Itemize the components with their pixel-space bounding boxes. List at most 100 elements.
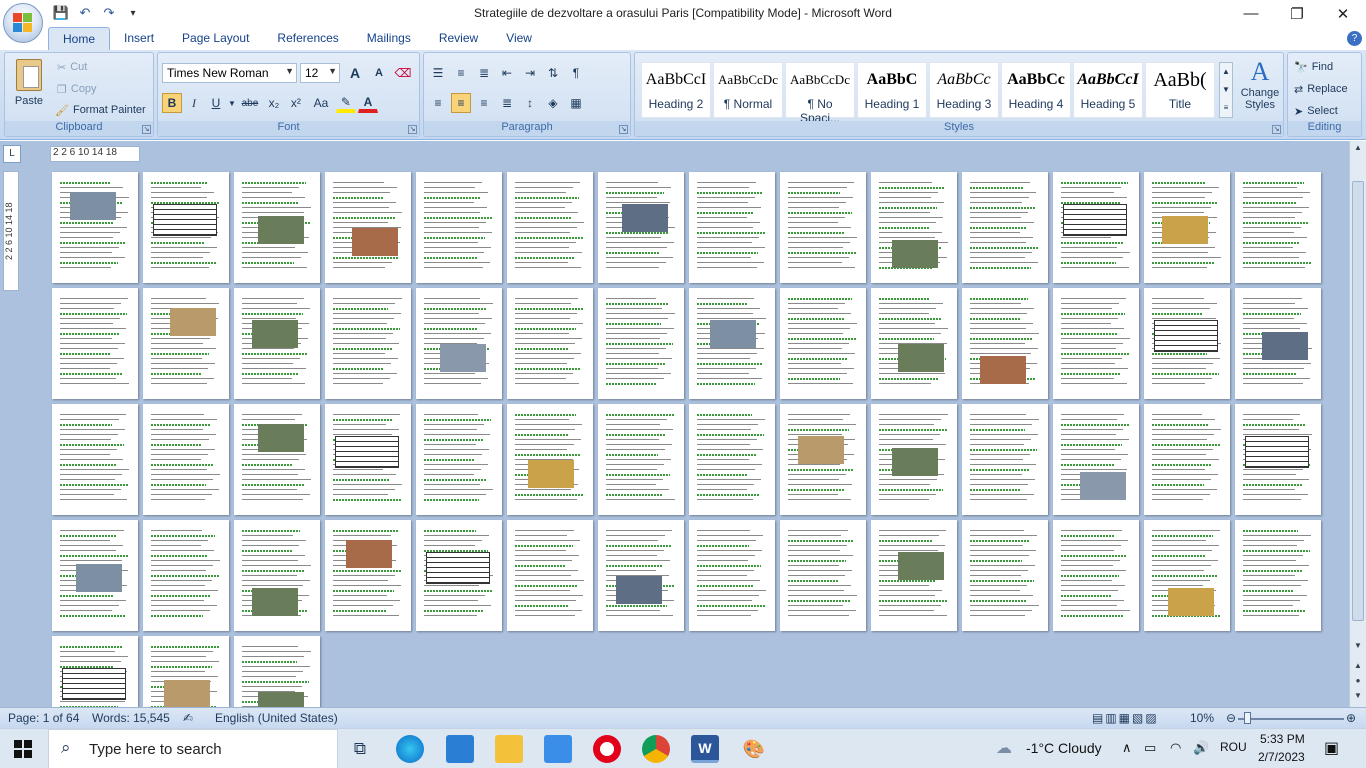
scroll-thumb[interactable] bbox=[1352, 181, 1364, 621]
tab-mailings[interactable]: Mailings bbox=[353, 27, 425, 50]
notifications-icon[interactable]: ▣ bbox=[1324, 738, 1339, 758]
restore-button[interactable]: ❐ bbox=[1274, 0, 1320, 27]
page-thumbnail[interactable] bbox=[780, 172, 866, 283]
paint-app-icon[interactable]: 🎨 bbox=[740, 735, 768, 763]
page-thumbnail[interactable] bbox=[52, 520, 138, 631]
decrease-indent-icon[interactable]: ⇤ bbox=[497, 63, 517, 83]
page-thumbnail[interactable] bbox=[780, 404, 866, 515]
browse-object-icon[interactable]: ● bbox=[1352, 676, 1364, 688]
style-tile[interactable]: AaBbCc Heading 3 bbox=[929, 62, 999, 118]
help-icon[interactable]: ? bbox=[1347, 31, 1362, 46]
styles-launcher-icon[interactable]: ↘ bbox=[1272, 125, 1281, 134]
tab-references[interactable]: References bbox=[263, 27, 352, 50]
style-tile[interactable]: AaBbCcI Heading 5 bbox=[1073, 62, 1143, 118]
word-count[interactable]: Words: 15,545 bbox=[92, 711, 170, 725]
style-tile[interactable]: AaBbCcDc ¶ No Spaci... bbox=[785, 62, 855, 125]
file-explorer-icon[interactable] bbox=[495, 735, 523, 763]
input-language[interactable]: ROU bbox=[1220, 740, 1247, 754]
italic-button[interactable]: I bbox=[184, 93, 204, 113]
font-size-combo[interactable]: 12 ▼ bbox=[300, 63, 340, 83]
tab-view[interactable]: View bbox=[492, 27, 546, 50]
page-thumbnail[interactable] bbox=[1144, 520, 1230, 631]
paste-button[interactable]: Paste bbox=[9, 57, 49, 117]
paragraph-launcher-icon[interactable]: ↘ bbox=[619, 125, 628, 134]
page-thumbnail[interactable] bbox=[507, 404, 593, 515]
weather-icon[interactable]: ☁ bbox=[996, 738, 1012, 758]
page-thumbnail[interactable] bbox=[689, 288, 775, 399]
align-center-icon[interactable]: ≡ bbox=[451, 93, 471, 113]
page-thumbnail[interactable] bbox=[1053, 172, 1139, 283]
page-thumbnail[interactable] bbox=[234, 520, 320, 631]
page-thumbnail[interactable] bbox=[143, 404, 229, 515]
zoom-slider[interactable] bbox=[1238, 718, 1344, 720]
opera-browser-icon[interactable] bbox=[593, 735, 621, 763]
chevron-down-icon[interactable]: ▼ bbox=[285, 66, 294, 76]
document-area[interactable]: L 2 2 6 10 14 18 2 2 6 10 14 18 ▲ ▼ ▲ ● … bbox=[0, 141, 1366, 747]
page-thumbnail[interactable] bbox=[416, 404, 502, 515]
office-button[interactable] bbox=[3, 3, 43, 43]
weather-text[interactable]: -1°C Cloudy bbox=[1026, 740, 1102, 756]
zoom-out-icon[interactable]: ⊖ bbox=[1226, 711, 1236, 725]
clipboard-launcher-icon[interactable]: ↘ bbox=[142, 125, 151, 134]
page-thumbnail[interactable] bbox=[689, 172, 775, 283]
underline-button[interactable]: U bbox=[206, 93, 226, 113]
shrink-font-button[interactable]: A bbox=[369, 63, 389, 83]
page-thumbnail[interactable] bbox=[143, 520, 229, 631]
windows-start-icon[interactable] bbox=[14, 740, 32, 758]
show-marks-icon[interactable]: ¶ bbox=[566, 63, 586, 83]
increase-indent-icon[interactable]: ⇥ bbox=[520, 63, 540, 83]
clock-date[interactable]: 2/7/2023 bbox=[1258, 750, 1305, 764]
page-thumbnail[interactable] bbox=[962, 520, 1048, 631]
zoom-slider-knob[interactable] bbox=[1244, 712, 1251, 724]
superscript-button[interactable]: x² bbox=[286, 93, 306, 113]
page-thumbnail[interactable] bbox=[871, 172, 957, 283]
font-family-combo[interactable]: Times New Roman ▼ bbox=[162, 63, 297, 83]
page-thumbnail[interactable] bbox=[598, 404, 684, 515]
page-thumbnail[interactable] bbox=[962, 404, 1048, 515]
page-thumbnail[interactable] bbox=[325, 288, 411, 399]
shading-icon[interactable]: ◈ bbox=[543, 93, 563, 113]
page-thumbnail[interactable] bbox=[962, 288, 1048, 399]
vertical-ruler[interactable]: 2 2 6 10 14 18 bbox=[3, 171, 19, 291]
horizontal-ruler[interactable]: 2 2 6 10 14 18 bbox=[50, 146, 140, 162]
page-thumbnail[interactable] bbox=[871, 288, 957, 399]
word-app-icon[interactable]: W bbox=[691, 735, 719, 763]
subscript-button[interactable]: x₂ bbox=[264, 93, 284, 113]
page-thumbnail[interactable] bbox=[416, 172, 502, 283]
page-thumbnail[interactable] bbox=[507, 172, 593, 283]
page-thumbnail[interactable] bbox=[598, 520, 684, 631]
font-color-icon[interactable]: A bbox=[357, 93, 378, 113]
chrome-browser-icon[interactable] bbox=[642, 735, 670, 763]
page-thumbnail[interactable] bbox=[52, 288, 138, 399]
page-thumbnail[interactable] bbox=[1235, 404, 1321, 515]
page-thumbnail[interactable] bbox=[143, 288, 229, 399]
tab-home[interactable]: Home bbox=[48, 27, 111, 50]
store-icon[interactable] bbox=[544, 735, 572, 763]
select-button[interactable]: ➤ Select bbox=[1294, 101, 1338, 121]
find-button[interactable]: 🔭 Find bbox=[1294, 57, 1333, 77]
grow-font-button[interactable]: A bbox=[345, 63, 365, 83]
page-thumbnail[interactable] bbox=[598, 172, 684, 283]
minimize-button[interactable]: — bbox=[1228, 0, 1274, 27]
page-thumbnail[interactable] bbox=[1235, 172, 1321, 283]
sort-icon[interactable]: ⇅ bbox=[543, 63, 563, 83]
page-thumbnail[interactable] bbox=[325, 172, 411, 283]
justify-icon[interactable]: ≣ bbox=[497, 93, 517, 113]
page-thumbnail[interactable] bbox=[780, 520, 866, 631]
edge-browser-icon[interactable] bbox=[396, 735, 424, 763]
style-tile[interactable]: AaBbCcDc ¶ Normal bbox=[713, 62, 783, 118]
proofing-icon[interactable]: ✍ bbox=[183, 711, 193, 725]
align-left-icon[interactable]: ≡ bbox=[428, 93, 448, 113]
page-thumbnail[interactable] bbox=[143, 172, 229, 283]
style-tile[interactable]: AaBbCcI Heading 2 bbox=[641, 62, 711, 118]
page-thumbnail[interactable] bbox=[507, 288, 593, 399]
page-thumbnail[interactable] bbox=[1053, 520, 1139, 631]
page-thumbnail[interactable] bbox=[871, 404, 957, 515]
style-tile[interactable]: AaBbC Heading 1 bbox=[857, 62, 927, 118]
style-tile[interactable]: AaBb(Title bbox=[1145, 62, 1215, 118]
page-thumbnail[interactable] bbox=[507, 520, 593, 631]
page-thumbnail[interactable] bbox=[1053, 404, 1139, 515]
page-thumbnail[interactable] bbox=[52, 172, 138, 283]
page-thumbnail[interactable] bbox=[598, 288, 684, 399]
font-launcher-icon[interactable]: ↘ bbox=[408, 125, 417, 134]
